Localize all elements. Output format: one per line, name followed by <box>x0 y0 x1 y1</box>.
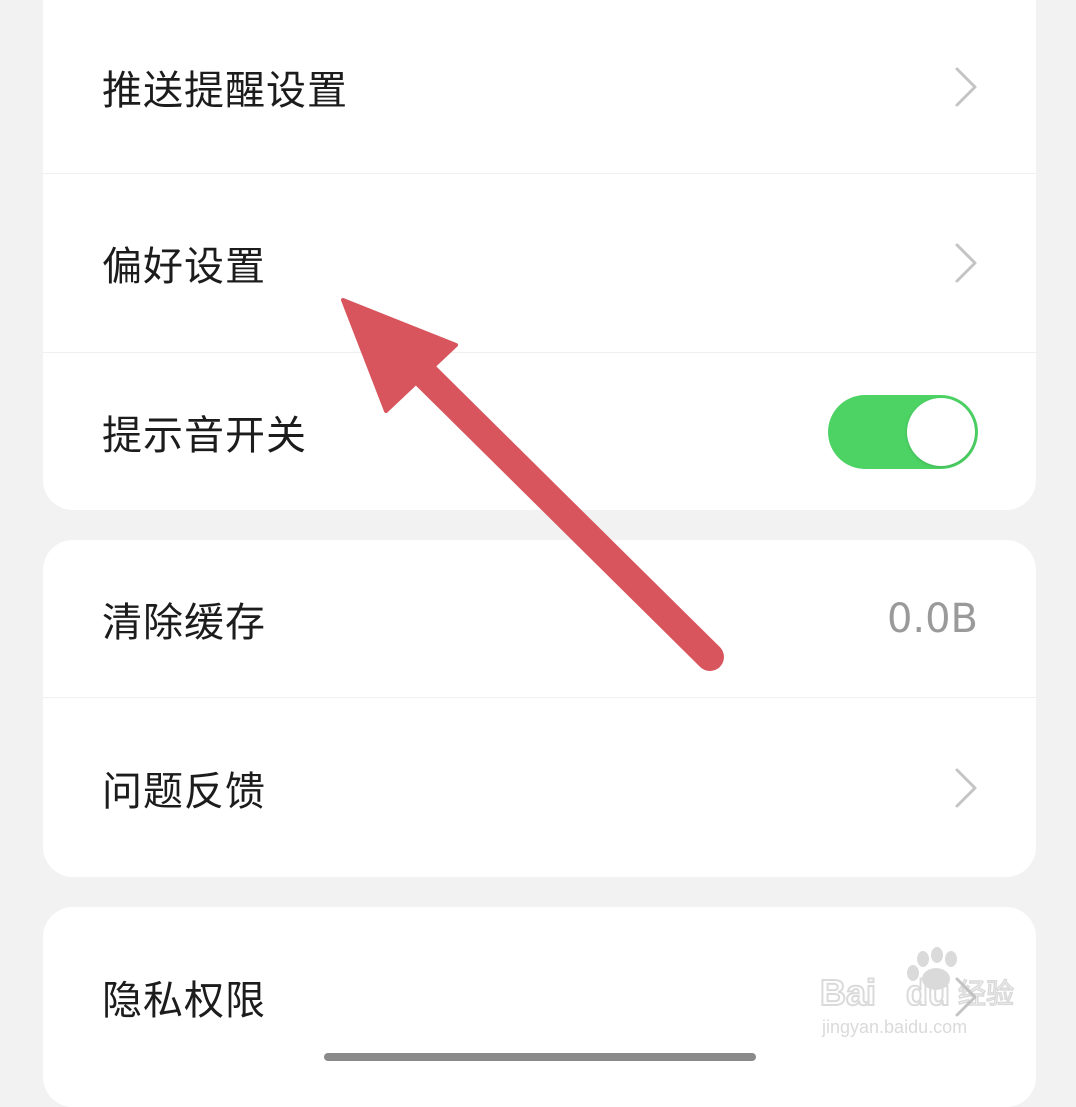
svg-text:经验: 经验 <box>958 977 1014 1010</box>
clear-cache-label: 清除缓存 <box>102 599 266 646</box>
clear-cache-row[interactable]: 清除缓存 0.0B <box>43 540 1036 698</box>
cache-size-value: 0.0B <box>886 595 978 642</box>
sound-toggle-row: 提示音开关 <box>43 353 1036 510</box>
svg-text:du: du <box>906 972 950 1013</box>
preferences-row[interactable]: 偏好设置 <box>43 174 1036 353</box>
chevron-right-icon <box>955 67 977 106</box>
settings-card-1: 推送提醒设置 偏好设置 提示音开关 <box>43 0 1036 510</box>
svg-text:Bai: Bai <box>820 972 876 1013</box>
chevron-right-icon <box>955 243 977 283</box>
feedback-row[interactable]: 问题反馈 <box>43 698 1036 877</box>
push-reminder-settings-row[interactable]: 推送提醒设置 <box>43 0 1036 174</box>
sound-toggle-switch[interactable] <box>828 394 978 469</box>
svg-text:jingyan.baidu.com: jingyan.baidu.com <box>821 1017 967 1037</box>
toggle-knob <box>907 397 975 466</box>
push-reminder-settings-label: 推送提醒设置 <box>102 67 348 114</box>
feedback-label: 问题反馈 <box>102 768 266 815</box>
chevron-right-icon <box>955 768 977 807</box>
sound-toggle-label: 提示音开关 <box>102 412 307 459</box>
preferences-label: 偏好设置 <box>102 244 266 290</box>
baidu-jingyan-watermark: Bai du 经验 jingyan.baidu.com <box>820 947 1015 1037</box>
home-indicator[interactable] <box>324 1053 756 1061</box>
privacy-permissions-label: 隐私权限 <box>102 978 266 1024</box>
settings-card-2: 清除缓存 0.0B 问题反馈 <box>43 540 1036 877</box>
